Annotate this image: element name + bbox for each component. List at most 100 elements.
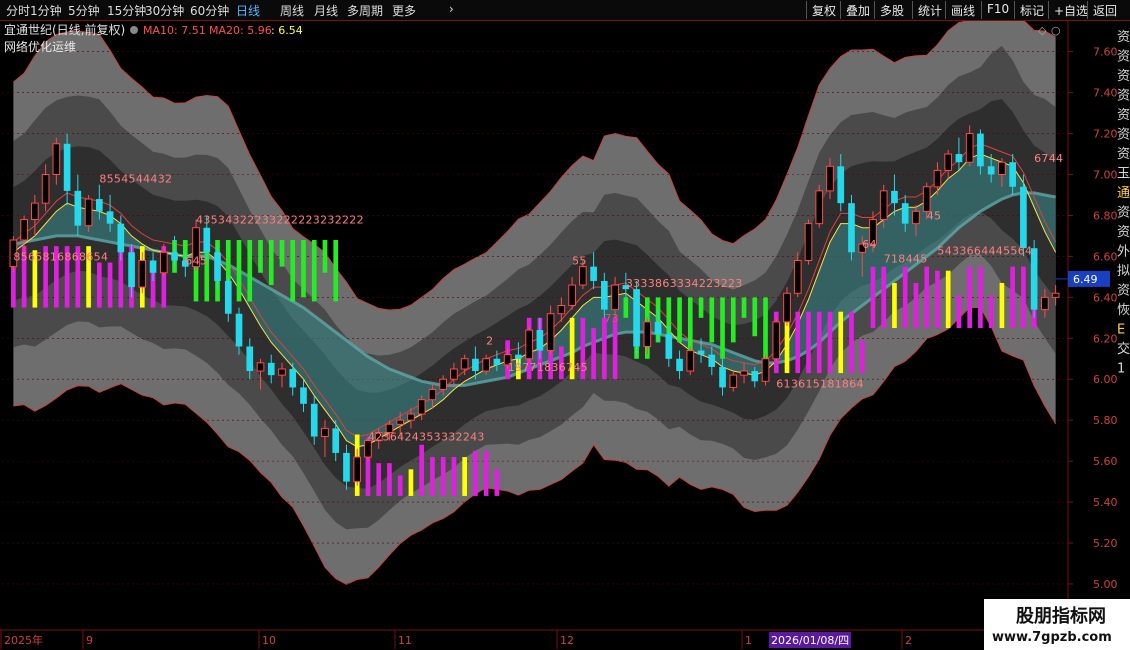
hist-bar xyxy=(913,283,919,329)
candle-body xyxy=(1020,186,1027,249)
right-glyph-7: 玉 xyxy=(1117,167,1130,182)
hist-bar xyxy=(752,297,758,337)
candle-body xyxy=(74,190,82,226)
toolbar-button-8[interactable]: 返回 xyxy=(1087,1,1122,19)
period-tab-7[interactable]: 周线 xyxy=(280,2,304,19)
candle-body xyxy=(117,223,125,253)
right-glyph-9: 资 xyxy=(1117,206,1130,221)
hist-bar xyxy=(333,240,339,302)
hist-bar xyxy=(612,317,618,380)
candle-body xyxy=(96,199,103,212)
date-label-1: 9 xyxy=(86,634,93,647)
period-tab-10[interactable]: 更多 xyxy=(392,2,416,19)
period-tab-1[interactable]: 1分钟 xyxy=(30,2,62,19)
candle-body xyxy=(643,321,652,347)
candle-body xyxy=(203,227,211,253)
toolbar-button-3[interactable]: 统计 xyxy=(912,1,947,19)
toolbar-button-1[interactable]: 叠加 xyxy=(840,1,875,19)
price-tick-label-8: 6.00 xyxy=(1093,373,1118,386)
right-glyph-15: E xyxy=(1117,323,1125,338)
toolbar-button-4[interactable]: 画线 xyxy=(945,1,980,19)
candle-body xyxy=(568,284,576,307)
hist-bar xyxy=(408,469,414,496)
right-glyph-10: 资 xyxy=(1117,225,1130,240)
candle-body xyxy=(708,354,716,367)
candle-body xyxy=(428,388,437,401)
candle-body xyxy=(536,330,544,351)
right-glyph-2: 资 xyxy=(1117,69,1130,84)
date-label-3: 11 xyxy=(398,634,412,647)
candle-body xyxy=(1009,162,1016,187)
price-tick-label-5: 6.60 xyxy=(1093,250,1118,263)
candle-body xyxy=(289,368,297,388)
candle-70 xyxy=(761,354,770,386)
period-tab-6[interactable]: 日线 xyxy=(236,2,260,19)
candlestick-chart[interactable]: 8554544432 8565816868654 645 43534322233222… xyxy=(0,21,1130,650)
hist-bar xyxy=(602,317,607,380)
period-tab-8[interactable]: 月线 xyxy=(314,2,338,19)
number-label-10: 613615181864 xyxy=(776,377,864,390)
hist-bar xyxy=(494,469,500,496)
period-tab-3[interactable]: 15分钟 xyxy=(107,2,146,19)
period-tab-0[interactable]: 分时 xyxy=(6,2,30,19)
candle-body xyxy=(633,289,640,347)
candle-body xyxy=(439,378,447,390)
candle-body xyxy=(300,387,307,404)
number-label-5: 2 xyxy=(486,334,493,347)
candle-body xyxy=(472,358,479,372)
candle-body xyxy=(1051,292,1060,298)
candle-body xyxy=(84,198,93,227)
candle-body xyxy=(138,259,147,288)
right-glyph-17: 1 xyxy=(1117,362,1125,377)
toolbar-button-2[interactable]: 多股 xyxy=(874,1,909,19)
date-label-0: 2025年 xyxy=(4,633,43,647)
hist-bar xyxy=(806,311,811,374)
candle-body xyxy=(353,456,362,483)
hist-bar xyxy=(978,266,983,329)
candle-body xyxy=(450,368,458,380)
toolbar-button-0[interactable]: 复权 xyxy=(806,1,841,19)
hist-bar xyxy=(816,311,822,374)
hist-bar xyxy=(720,297,725,359)
hist-bar xyxy=(268,240,274,286)
period-tab-9[interactable]: 多周期 xyxy=(347,2,383,19)
price-tick-label-9: 5.80 xyxy=(1093,414,1118,427)
candle-body xyxy=(214,252,221,281)
candle-body xyxy=(729,374,738,388)
hist-bar xyxy=(440,457,446,496)
period-tab-5[interactable]: 60分钟 xyxy=(190,2,229,19)
hist-bar xyxy=(483,450,489,496)
candle-body xyxy=(149,260,157,273)
right-glyph-16: 交 xyxy=(1117,341,1130,357)
toolbar-button-5[interactable]: F10 xyxy=(981,1,1014,19)
hist-bar xyxy=(473,450,478,496)
hist-bar xyxy=(999,283,1005,329)
hist-bar xyxy=(763,297,768,359)
hist-bar xyxy=(462,457,467,496)
candle-body xyxy=(611,284,619,311)
period-tab-2[interactable]: 5分钟 xyxy=(68,2,100,19)
date-label-2: 10 xyxy=(262,634,276,647)
hist-bar xyxy=(838,311,844,374)
candle-body xyxy=(590,266,597,281)
period-tab-4[interactable]: 30分钟 xyxy=(145,2,184,19)
hist-bar xyxy=(322,240,328,273)
candle-body xyxy=(128,252,135,288)
toolbar-button-6[interactable]: 标记 xyxy=(1014,1,1049,19)
price-tick-label-0: 7.60 xyxy=(1093,46,1118,59)
more-chevron-icon[interactable]: › xyxy=(449,2,454,16)
right-glyph-14: 恢 xyxy=(1117,303,1130,318)
candle-body xyxy=(772,321,781,360)
circle-icon: ○ xyxy=(1051,24,1061,37)
number-label-1: 8565816868654 xyxy=(13,250,108,263)
hist-bar xyxy=(870,266,876,329)
hist-bar xyxy=(677,297,682,343)
candle-body xyxy=(246,346,254,372)
candle-body xyxy=(235,313,243,347)
right-glyph-11: 外 xyxy=(1117,245,1130,260)
number-label-14: 5433664445564 xyxy=(937,244,1032,257)
date-label-4: 12 xyxy=(560,634,574,647)
number-label-12: 718445 xyxy=(884,253,928,266)
legend-extra: : 6.54 xyxy=(271,24,303,37)
candle-body xyxy=(321,427,329,438)
